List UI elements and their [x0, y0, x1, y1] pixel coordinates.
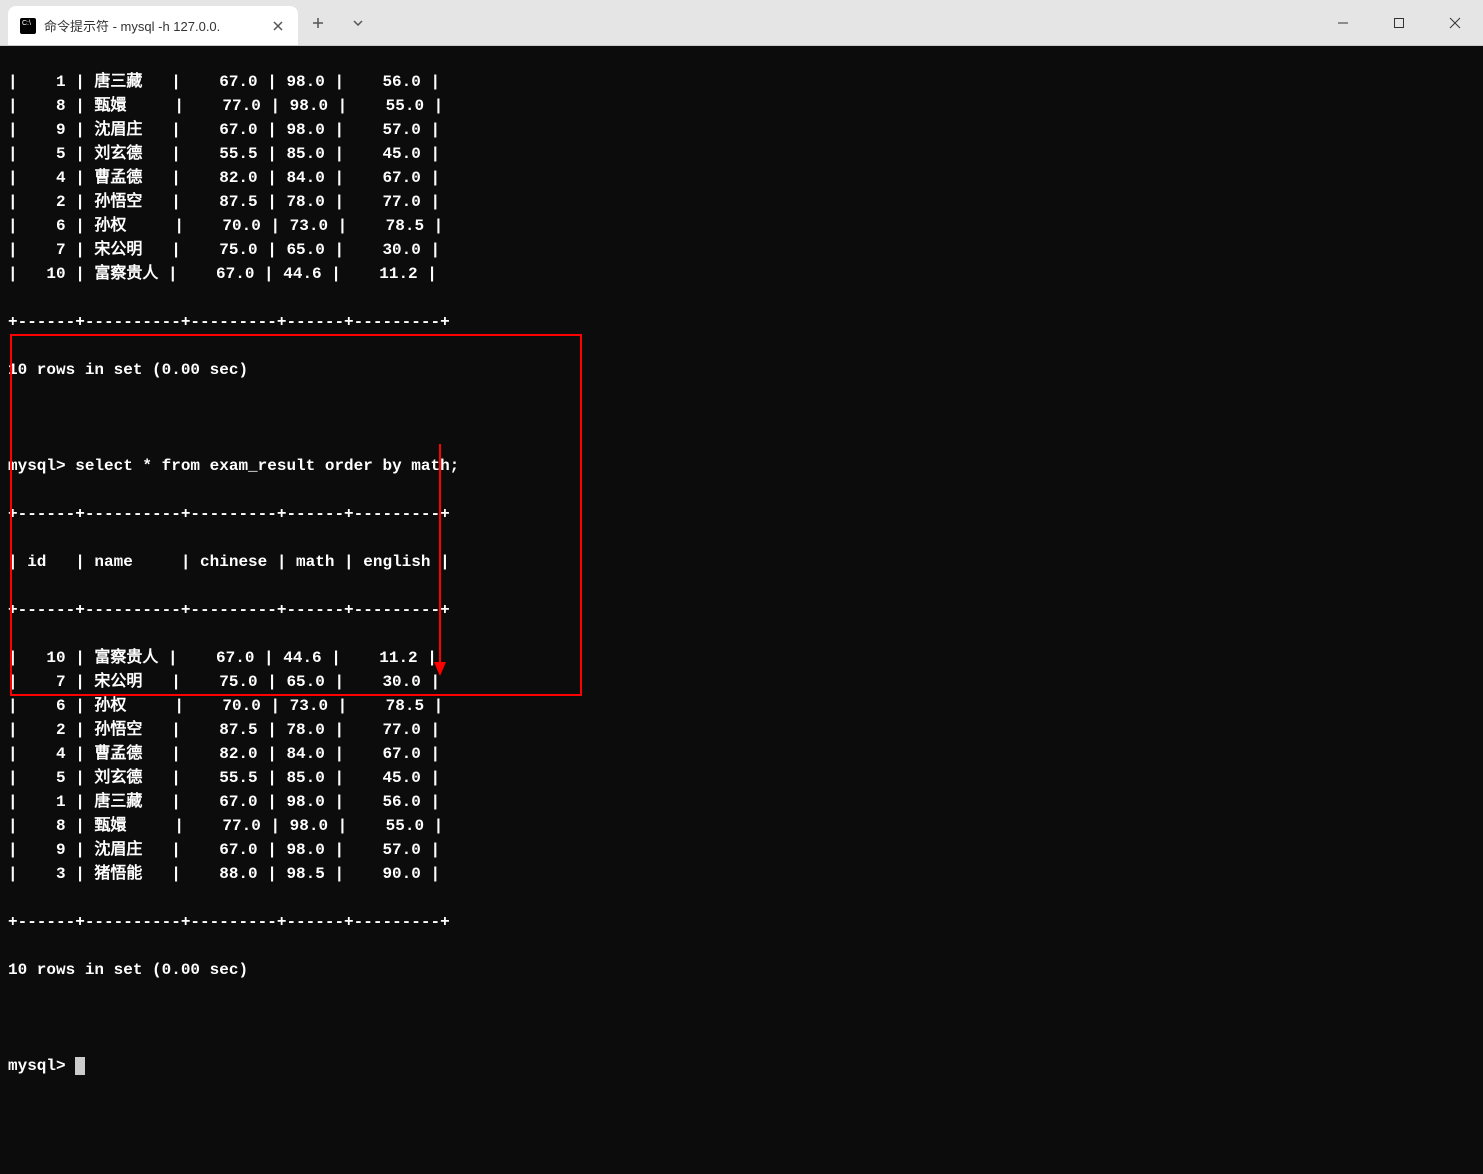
cmd-icon [20, 18, 36, 34]
table2-border-top: +------+----------+---------+------+----… [8, 502, 1475, 526]
close-tab-icon[interactable] [270, 18, 286, 34]
table2-header: | id | name | chinese | math | english | [8, 550, 1475, 574]
maximize-button[interactable] [1371, 0, 1427, 45]
prompt-line: mysql> [8, 1054, 1475, 1078]
table1-border-bottom: +------+----------+---------+------+----… [8, 310, 1475, 334]
blank-line-2 [8, 1006, 1475, 1030]
terminal-output[interactable]: | 1 | 唐三藏 | 67.0 | 98.0 | 56.0 | | 8 | 甄… [0, 46, 1483, 1174]
tabs-dropdown-icon[interactable] [338, 0, 378, 45]
query-line: mysql> select * from exam_result order b… [8, 454, 1475, 478]
table1-rows: | 1 | 唐三藏 | 67.0 | 98.0 | 56.0 | | 8 | 甄… [8, 70, 1475, 286]
blank-line [8, 406, 1475, 430]
status-line-1: 10 rows in set (0.00 sec) [8, 358, 1475, 382]
table2-rows: | 10 | 富察贵人 | 67.0 | 44.6 | 11.2 | | 7 |… [8, 646, 1475, 886]
table2-border-mid: +------+----------+---------+------+----… [8, 598, 1475, 622]
window-titlebar: 命令提示符 - mysql -h 127.0.0. [0, 0, 1483, 46]
table2-border-bottom: +------+----------+---------+------+----… [8, 910, 1475, 934]
cursor [75, 1057, 85, 1075]
tab-title: 命令提示符 - mysql -h 127.0.0. [44, 16, 262, 35]
status-line-2: 10 rows in set (0.00 sec) [8, 958, 1475, 982]
tab-active[interactable]: 命令提示符 - mysql -h 127.0.0. [8, 6, 298, 45]
close-window-button[interactable] [1427, 0, 1483, 45]
window-controls [1315, 0, 1483, 45]
add-tab-button[interactable] [298, 0, 338, 45]
minimize-button[interactable] [1315, 0, 1371, 45]
